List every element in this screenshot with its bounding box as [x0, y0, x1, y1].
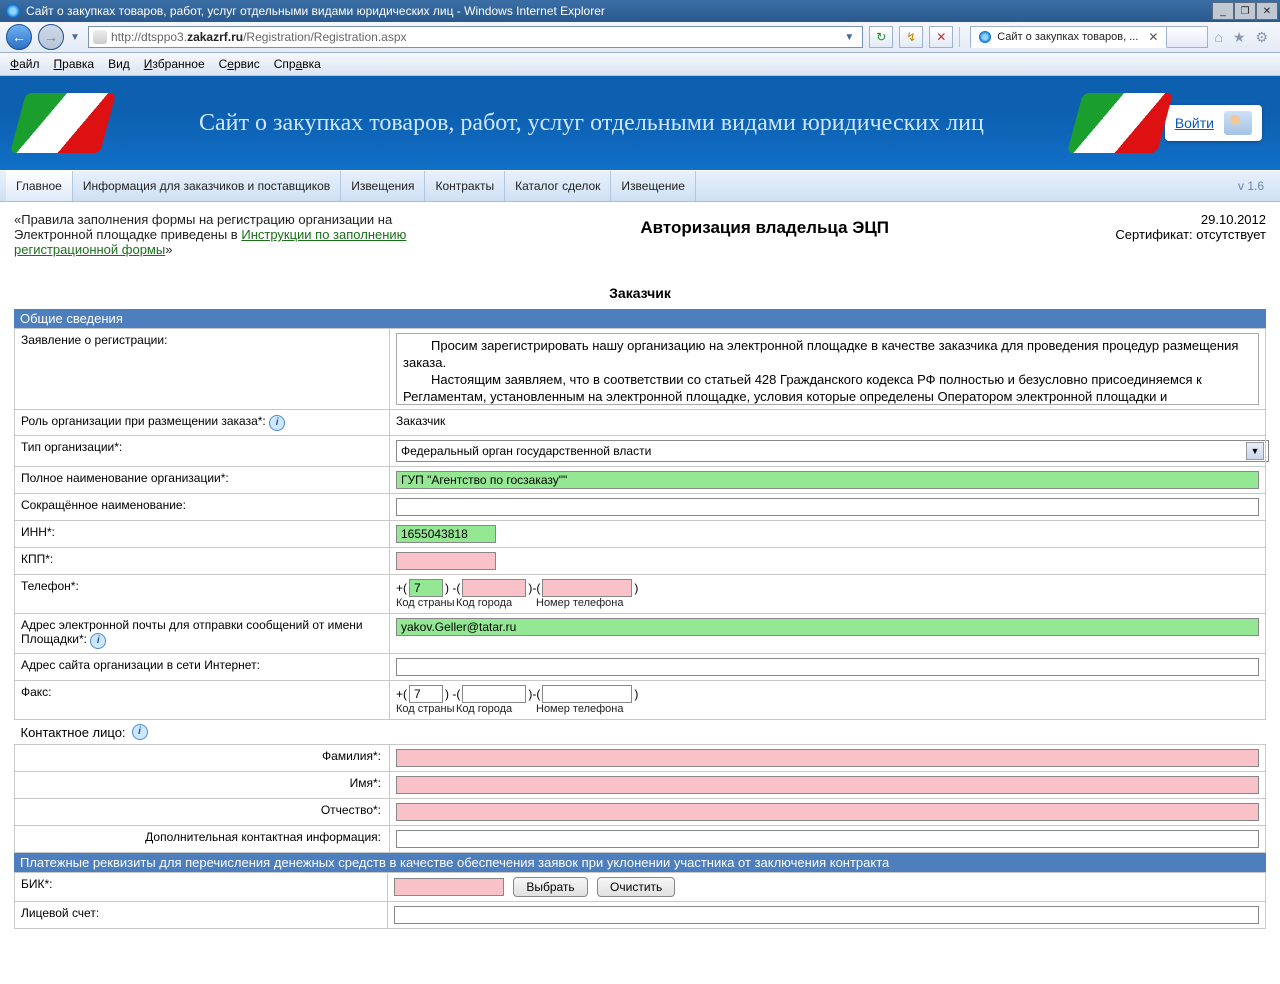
nav-notice[interactable]: Извещение — [611, 171, 695, 201]
lbl-email: Адрес электронной почты для отправки соо… — [21, 618, 363, 646]
phone-number-input[interactable] — [542, 579, 632, 597]
main-nav: Главное Информация для заказчиков и пост… — [0, 170, 1280, 202]
info-icon[interactable]: i — [90, 633, 106, 649]
instructions-note: «Правила заполнения формы на регистрацию… — [14, 212, 414, 257]
site-banner: Сайт о закупках товаров, работ, услуг от… — [0, 76, 1280, 170]
lbl-role: Роль организации при размещении заказа*: — [21, 414, 266, 428]
lbl-fax: Факс: — [15, 681, 390, 720]
version-label: v 1.6 — [1238, 179, 1274, 193]
stop-button[interactable]: ✕ — [929, 26, 953, 48]
menu-favorites[interactable]: Избранное — [144, 57, 205, 71]
flag-left-icon — [18, 93, 108, 153]
lbl-phone: Телефон*: — [15, 575, 390, 614]
page-icon — [93, 30, 107, 44]
nav-main[interactable]: Главное — [6, 171, 73, 201]
address-dropdown-icon[interactable]: ▼ — [844, 32, 854, 43]
browser-menubar: Файл Правка Вид Избранное Сервис Справка — [0, 53, 1280, 76]
fax-country-input[interactable] — [409, 685, 443, 703]
ie-icon — [6, 4, 20, 18]
lbl-inn: ИНН*: — [15, 521, 390, 548]
registration-textarea[interactable]: Просим зарегистрировать нашу организацию… — [396, 333, 1259, 405]
phone-city-input[interactable] — [462, 579, 526, 597]
nav-notices[interactable]: Извещения — [341, 171, 425, 201]
nav-info[interactable]: Информация для заказчиков и поставщиков — [73, 171, 341, 201]
shortname-input[interactable] — [396, 498, 1259, 516]
lbl-kpp: КПП*: — [15, 548, 390, 575]
close-tab-icon[interactable]: ✕ — [1148, 30, 1158, 44]
lbl-registration-statement: Заявление о регистрации: — [15, 329, 390, 410]
browser-tab[interactable]: Сайт о закупках товаров, ... ✕ — [970, 26, 1167, 48]
lbl-account: Лицевой счет: — [15, 902, 388, 929]
address-bar[interactable]: http://dtsppo3.zakazrf.ru/Registration/R… — [88, 26, 863, 48]
tab-title: Сайт о закупках товаров, ... — [997, 31, 1138, 43]
date-label: 29.10.2012 — [1115, 212, 1266, 227]
favorites-icon[interactable]: ★ — [1233, 29, 1246, 46]
nav-contracts[interactable]: Контракты — [425, 171, 505, 201]
history-dropdown-icon[interactable]: ▼ — [70, 32, 82, 43]
lbl-lastname: Фамилия*: — [15, 745, 390, 772]
back-button[interactable]: ← — [6, 24, 32, 50]
menu-file[interactable]: Файл — [10, 57, 40, 71]
cert-label: Сертификат: отсутствует — [1115, 227, 1266, 242]
firstname-input[interactable] — [396, 776, 1259, 794]
browser-toolbar: ← → ▼ http://dtsppo3.zakazrf.ru/Registra… — [0, 22, 1280, 53]
menu-tools[interactable]: Сервис — [219, 57, 260, 71]
fax-city-input[interactable] — [462, 685, 526, 703]
lbl-type: Тип организации*: — [15, 436, 390, 467]
fullname-input[interactable] — [396, 471, 1259, 489]
flag-right-icon — [1075, 93, 1165, 153]
sub-header: Заказчик — [14, 285, 1266, 301]
home-icon[interactable]: ⌂ — [1214, 29, 1222, 46]
lastname-input[interactable] — [396, 749, 1259, 767]
bik-input[interactable] — [394, 878, 504, 896]
refresh-button[interactable]: ↻ — [869, 26, 893, 48]
tab-favicon-icon — [979, 31, 991, 43]
bik-select-button[interactable]: Выбрать — [513, 877, 587, 897]
site-title: Сайт о закупках товаров, работ, услуг от… — [108, 110, 1075, 137]
email-input[interactable] — [396, 618, 1259, 636]
login-link[interactable]: Войти — [1175, 115, 1214, 131]
lbl-shortname: Сокращённое наименование: — [15, 494, 390, 521]
info-icon[interactable]: i — [269, 415, 285, 431]
section-general: Общие сведения — [14, 309, 1266, 328]
inn-input[interactable] — [396, 525, 496, 543]
menu-view[interactable]: Вид — [108, 57, 130, 71]
addinfo-input[interactable] — [396, 830, 1259, 848]
new-tab-button[interactable] — [1167, 26, 1208, 48]
org-type-select[interactable]: Федеральный орган государственной власти… — [396, 440, 1269, 462]
menu-edit[interactable]: Правка — [54, 57, 95, 71]
nav-catalog[interactable]: Каталог сделок — [505, 171, 611, 201]
window-titlebar: Сайт о закупках товаров, работ, услуг от… — [0, 0, 1280, 22]
role-value: Заказчик — [390, 410, 1266, 436]
lbl-fullname: Полное наименование организации*: — [15, 467, 390, 494]
patronymic-input[interactable] — [396, 803, 1259, 821]
avatar-icon — [1224, 111, 1252, 135]
close-button[interactable]: ✕ — [1256, 2, 1278, 20]
fax-number-input[interactable] — [542, 685, 632, 703]
lbl-contact: Контактное лицо: — [21, 725, 126, 740]
info-icon[interactable]: i — [132, 724, 148, 740]
compat-button[interactable]: ↯ — [899, 26, 923, 48]
tools-icon[interactable]: ⚙ — [1255, 29, 1268, 46]
login-box: Войти — [1165, 105, 1262, 141]
kpp-input[interactable] — [396, 552, 496, 570]
site-input[interactable] — [396, 658, 1259, 676]
chevron-down-icon: ▼ — [1246, 442, 1264, 460]
lbl-bik: БИК*: — [15, 873, 388, 902]
window-title: Сайт о закупках товаров, работ, услуг от… — [26, 4, 605, 18]
section-payment: Платежные реквизиты для перечисления ден… — [14, 853, 1266, 872]
restore-button[interactable]: ❐ — [1234, 2, 1256, 20]
lbl-firstname: Имя*: — [15, 772, 390, 799]
lbl-addinfo: Дополнительная контактная информация: — [15, 826, 390, 853]
phone-country-input[interactable] — [409, 579, 443, 597]
account-input[interactable] — [394, 906, 1259, 924]
menu-help[interactable]: Справка — [274, 57, 321, 71]
lbl-patronymic: Отчество*: — [15, 799, 390, 826]
forward-button: → — [38, 24, 64, 50]
minimize-button[interactable]: _ — [1212, 2, 1234, 20]
bik-clear-button[interactable]: Очистить — [597, 877, 675, 897]
page-title: Авторизация владельца ЭЦП — [414, 212, 1115, 238]
lbl-site: Адрес сайта организации в сети Интернет: — [15, 654, 390, 681]
